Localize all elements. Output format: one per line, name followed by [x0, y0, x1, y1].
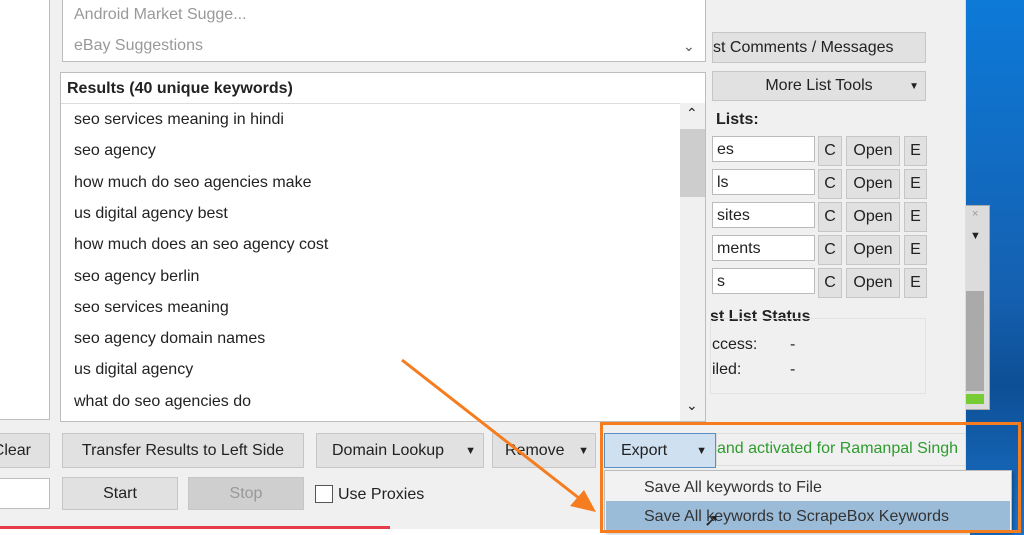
annotation-arrow [401, 358, 596, 512]
